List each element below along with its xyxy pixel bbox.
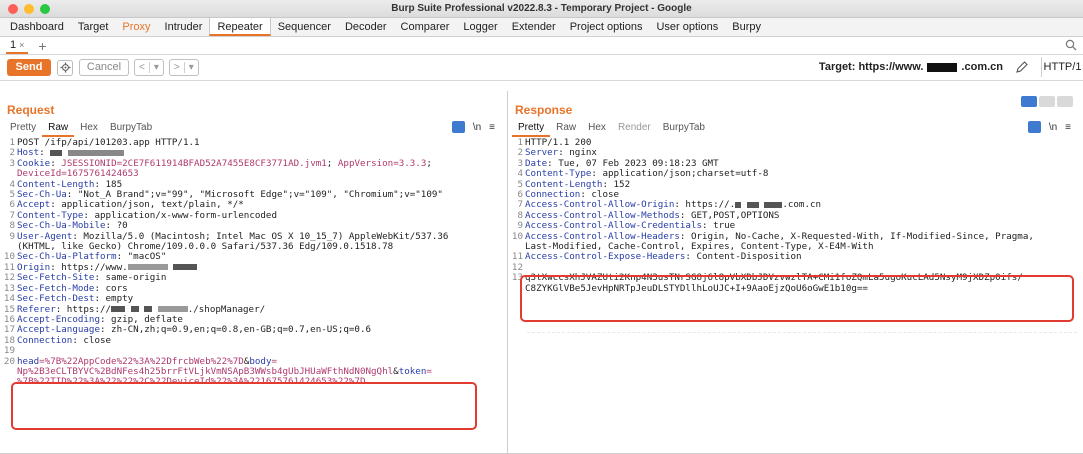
redaction-block — [144, 306, 153, 312]
tab-sequencer[interactable]: Sequencer — [271, 18, 338, 36]
search-icon[interactable] — [1065, 39, 1077, 54]
redaction-block — [50, 149, 63, 156]
request-view-tabs: Pretty Raw Hex BurpyTab — [4, 122, 158, 137]
request-editor[interactable]: 1 POST /ifp/api/101203.app HTTP/1.1 2 Host… — [0, 137, 507, 454]
response-editor[interactable]: 1 HTTP/1.1 200 2 Server: nginx 3 Date: Tue,… — [508, 137, 1083, 454]
forward-menu-icon[interactable]: ▾ — [183, 62, 198, 73]
response-tab-hex[interactable]: Hex — [582, 122, 612, 137]
window-titlebar: Burp Suite Professional v2022.8.3 - Temp… — [0, 0, 1083, 18]
gear-icon[interactable] — [57, 59, 73, 76]
request-response-panes: Request Pretty Raw Hex BurpyTab \n ≡ 1 PO… — [0, 91, 1083, 454]
repeater-tab-label: 1 — [10, 38, 17, 51]
request-menu-icon[interactable]: ≡ — [489, 122, 495, 133]
tab-decoder[interactable]: Decoder — [338, 18, 394, 36]
response-body-highlight — [520, 275, 1074, 322]
layout-stacked-icon[interactable] — [1039, 96, 1055, 107]
response-tab-pretty[interactable]: Pretty — [512, 122, 551, 137]
repeater-tab-bar: 1 × + — [0, 37, 1083, 55]
tab-comparer[interactable]: Comparer — [394, 18, 457, 36]
redaction-block — [130, 306, 139, 312]
request-editor-controls: \n ≡ — [451, 121, 495, 133]
request-actions-icon[interactable] — [451, 121, 465, 133]
tab-intruder[interactable]: Intruder — [158, 18, 210, 36]
redaction-block — [67, 149, 124, 156]
response-tab-raw[interactable]: Raw — [550, 122, 582, 137]
redaction-block — [746, 201, 759, 208]
tab-target[interactable]: Target — [71, 18, 116, 36]
tab-burpy[interactable]: Burpy — [725, 18, 768, 36]
target-suffix: .com.cn — [961, 61, 1003, 73]
target-display: Target: https://www. .com.cn — [819, 61, 1003, 73]
response-menu-icon[interactable]: ≡ — [1065, 122, 1071, 133]
tab-project-options[interactable]: Project options — [563, 18, 650, 36]
tab-logger[interactable]: Logger — [456, 18, 504, 36]
add-tab-button[interactable]: + — [38, 39, 46, 53]
layout-tabs-icon[interactable] — [1057, 96, 1073, 107]
response-editor-controls: \n ≡ — [1027, 121, 1071, 133]
back-arrow-icon[interactable]: < — [135, 62, 149, 73]
http-version-toggle[interactable]: HTTP/1 — [1041, 57, 1083, 77]
tab-proxy[interactable]: Proxy — [115, 18, 157, 36]
request-tab-pretty[interactable]: Pretty — [4, 122, 42, 137]
newline-toggle[interactable]: \n — [1049, 122, 1057, 133]
redaction-block — [127, 264, 168, 271]
layout-toggle-buttons — [1021, 96, 1073, 107]
code-line: 1 POST /ifp/api/101203.app HTTP/1.1 — [9, 137, 200, 148]
redaction-block — [111, 306, 126, 312]
request-pane: Request Pretty Raw Hex BurpyTab \n ≡ 1 PO… — [0, 91, 508, 454]
close-tab-icon[interactable]: × — [19, 40, 24, 50]
cancel-button[interactable]: Cancel — [79, 59, 129, 76]
edit-target-icon[interactable] — [1015, 60, 1029, 77]
repeater-tab-1[interactable]: 1 × — [6, 38, 29, 54]
layout-side-by-side-icon[interactable] — [1021, 96, 1037, 107]
code-line: 11 Access-Control-Expose-Headers: Content… — [511, 251, 802, 263]
redaction-block — [157, 306, 188, 312]
response-title: Response — [515, 103, 573, 117]
redaction-block — [927, 62, 958, 72]
tab-extender[interactable]: Extender — [505, 18, 563, 36]
newline-toggle[interactable]: \n — [473, 122, 481, 133]
back-menu-icon[interactable]: ▾ — [148, 62, 163, 73]
target-prefix: Target: https://www. — [818, 61, 924, 73]
response-actions-icon[interactable] — [1027, 121, 1041, 133]
tab-repeater[interactable]: Repeater — [209, 17, 271, 36]
forward-arrow-icon[interactable]: > — [170, 62, 184, 73]
request-tab-hex[interactable]: Hex — [74, 122, 104, 137]
tab-dashboard[interactable]: Dashboard — [3, 18, 71, 36]
main-tab-bar: Dashboard Target Proxy Intruder Repeater… — [0, 17, 1083, 37]
history-forward-button[interactable]: > ▾ — [168, 59, 199, 76]
request-tab-burpytab[interactable]: BurpyTab — [104, 122, 158, 137]
response-view-tabs: Pretty Raw Hex Render BurpyTab — [512, 122, 711, 137]
response-tab-render[interactable]: Render — [612, 122, 657, 137]
request-tab-raw[interactable]: Raw — [42, 122, 75, 137]
redaction-block — [764, 201, 783, 208]
repeater-toolbar: Send Cancel < ▾ > ▾ Target: https://www. .c… — [0, 55, 1083, 81]
redaction-block — [173, 264, 198, 271]
code-line: 18 Connection: close — [3, 334, 112, 346]
response-tab-burpytab[interactable]: BurpyTab — [657, 122, 711, 137]
send-button[interactable]: Send — [7, 59, 51, 76]
history-back-button[interactable]: < ▾ — [134, 59, 164, 76]
tab-user-options[interactable]: User options — [649, 18, 725, 36]
window-title: Burp Suite Professional v2022.8.3 - Temp… — [391, 3, 692, 14]
redaction-block — [735, 201, 742, 208]
request-body-highlight — [11, 382, 477, 430]
request-title: Request — [7, 103, 55, 117]
editor-end-divider — [527, 332, 1077, 333]
response-pane: Response Pretty Raw Hex Render BurpyTab … — [508, 91, 1083, 454]
